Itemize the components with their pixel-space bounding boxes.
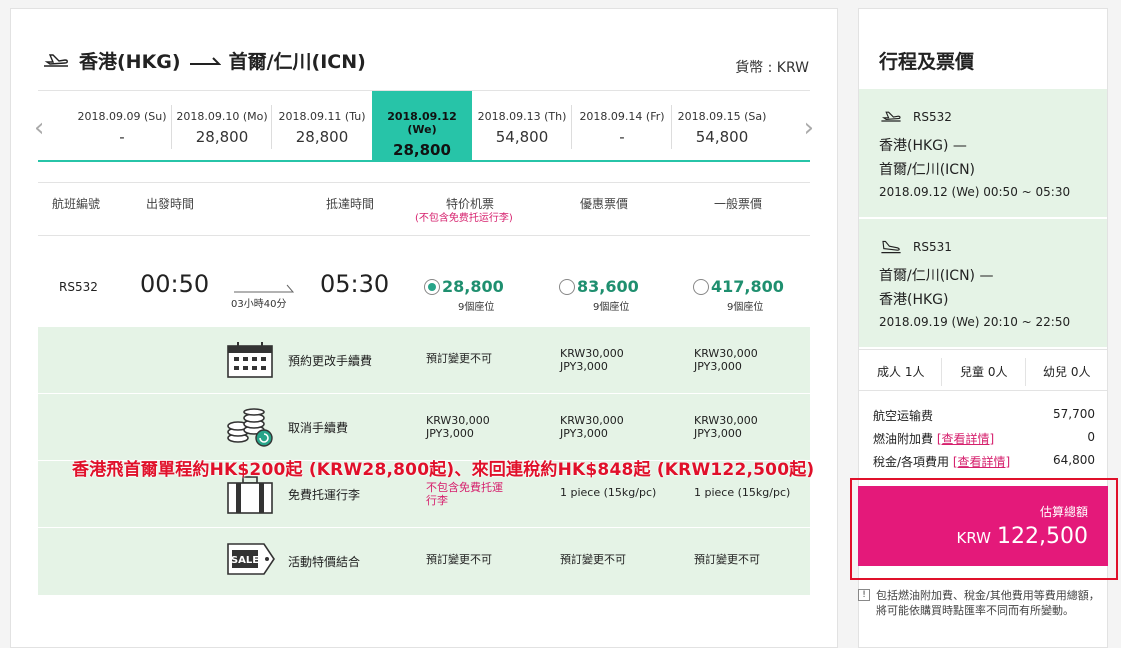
svg-text:SALE: SALE xyxy=(231,555,259,566)
header-flight-no: 航班編號 xyxy=(52,197,101,211)
prev-dates-arrow-icon[interactable]: ‹ xyxy=(34,115,44,141)
date-option[interactable]: 2018.09.09 (Su) - xyxy=(72,91,172,161)
date-option-selected[interactable]: 2018.09.12 (We) 28,800 xyxy=(372,91,472,161)
coins-refund-icon xyxy=(227,408,273,447)
route-title: 香港(HKG) 首爾/仁川(ICN) xyxy=(41,47,366,74)
total-value: KRW 122,500 xyxy=(956,524,1088,549)
child-count: 兒童 0人 xyxy=(960,365,1008,379)
route-arrow-icon xyxy=(189,56,221,65)
total-label: 估算總額 xyxy=(1039,505,1088,519)
calendar-icon xyxy=(227,342,273,378)
summary-title: 行程及票價 xyxy=(879,51,975,73)
header-depart: 出發時間 xyxy=(146,197,195,211)
price-footnote: ! 包括燃油附加費、稅金/其他費用等費用總額，將可能依購買時點匯率不同而有所變動… xyxy=(858,588,1108,618)
date-option[interactable]: 2018.09.10 (Mo) 28,800 xyxy=(172,91,272,161)
inbound-origin: 首爾/仁川(ICN) — xyxy=(879,268,994,284)
date-option[interactable]: 2018.09.13 (Th) 54,800 xyxy=(472,91,572,161)
date-option[interactable]: 2018.09.15 (Sa) 54,800 xyxy=(672,91,772,161)
inbound-flight-number: RS531 xyxy=(913,240,952,254)
header-arrive: 抵達時間 xyxy=(326,197,375,211)
promo-banner: 香港飛首爾單程約HK$200起 (KRW28,800起)、來回連稅約HK$848… xyxy=(72,460,815,480)
adult-count: 成人 1人 xyxy=(877,365,925,379)
fee-airfare: 航空运输费 57,700 xyxy=(873,407,1095,423)
next-dates-arrow-icon[interactable]: › xyxy=(804,115,814,141)
rule-row-cancel-fee: 取消手續費 KRW30,000 JPY3,000 KRW30,000 JPY3,… xyxy=(38,394,810,461)
fee-fuel-surcharge: 燃油附加費 [查看詳情] 0 xyxy=(873,430,1095,446)
fare-option-regular[interactable]: 417,800 9個座位 xyxy=(693,276,784,313)
header-discount-fare: 優惠票價 xyxy=(580,197,629,211)
passenger-count: 成人 1人 兒童 0人 幼兒 0人 xyxy=(859,349,1107,391)
inbound-destination: 香港(HKG) xyxy=(879,292,949,308)
fuel-details-link[interactable]: [查看詳情] xyxy=(937,432,994,446)
fare-option-special[interactable]: 28,800 9個座位 xyxy=(424,276,504,313)
departure-plane-icon xyxy=(881,111,901,122)
duration-arrow-icon xyxy=(234,284,295,293)
fare-option-discount[interactable]: 83,600 9個座位 xyxy=(559,276,639,313)
rule-row-change-fee: 預約更改手續費 預訂變更不可 KRW30,000 JPY3,000 KRW30,… xyxy=(38,327,810,394)
header-special-note: (不包含免费托运行李) xyxy=(415,213,513,224)
header-regular-fare: 一般票價 xyxy=(714,197,763,211)
depart-time: 00:50 xyxy=(140,270,210,298)
fare-radio[interactable] xyxy=(693,278,709,295)
inbound-segment: RS531 首爾/仁川(ICN) — 香港(HKG) 2018.09.19 (W… xyxy=(859,219,1107,347)
route-destination: 首爾/仁川(ICN) xyxy=(228,51,366,73)
route-origin: 香港(HKG) xyxy=(79,51,181,73)
date-option[interactable]: 2018.09.14 (Fr) - xyxy=(572,91,672,161)
currency-label: 貨幣 : KRW xyxy=(735,60,809,76)
fare-radio[interactable] xyxy=(559,278,575,295)
arrive-time: 05:30 xyxy=(320,270,390,298)
luggage-icon xyxy=(227,476,273,514)
outbound-time: 2018.09.12 (We) 00:50 ~ 05:30 xyxy=(879,185,1071,199)
inbound-time: 2018.09.19 (We) 20:10 ~ 22:50 xyxy=(879,315,1071,329)
infant-count: 幼兒 0人 xyxy=(1043,365,1091,379)
departure-plane-icon xyxy=(44,53,68,67)
outbound-segment: RS532 香港(HKG) — 首爾/仁川(ICN) 2018.09.12 (W… xyxy=(859,89,1107,217)
notice-icon: ! xyxy=(858,589,870,601)
flight-duration: 03小時40分 xyxy=(231,299,287,310)
tax-details-link[interactable]: [查看詳情] xyxy=(953,455,1010,469)
outbound-origin: 香港(HKG) — xyxy=(879,138,967,154)
outbound-flight-number: RS532 xyxy=(913,110,952,124)
sale-tag-icon: SALE xyxy=(227,543,275,575)
flight-row: RS532 00:50 03小時40分 05:30 28,800 9個座位 83… xyxy=(38,236,810,328)
estimated-total: 估算總額 KRW 122,500 xyxy=(858,486,1108,566)
fare-table-header: 航班編號 出發時間 抵達時間 特价机票 (不包含免费托运行李) 優惠票價 一般票… xyxy=(38,182,810,236)
date-selector: ‹ 2018.09.09 (Su) - 2018.09.10 (Mo) 28,800… xyxy=(34,90,814,162)
fare-radio-selected[interactable] xyxy=(424,278,440,295)
rule-row-promo-combine: SALE 活動特價結合 預訂變更不可 預訂變更不可 預訂變更不可 xyxy=(38,528,810,595)
arrival-plane-icon xyxy=(881,240,901,254)
fee-taxes: 稅金/各項費用 [查看詳情] 64,800 xyxy=(873,453,1095,469)
flight-number: RS532 xyxy=(59,280,98,294)
date-option[interactable]: 2018.09.11 (Tu) 28,800 xyxy=(272,91,372,161)
outbound-destination: 首爾/仁川(ICN) xyxy=(879,162,976,178)
